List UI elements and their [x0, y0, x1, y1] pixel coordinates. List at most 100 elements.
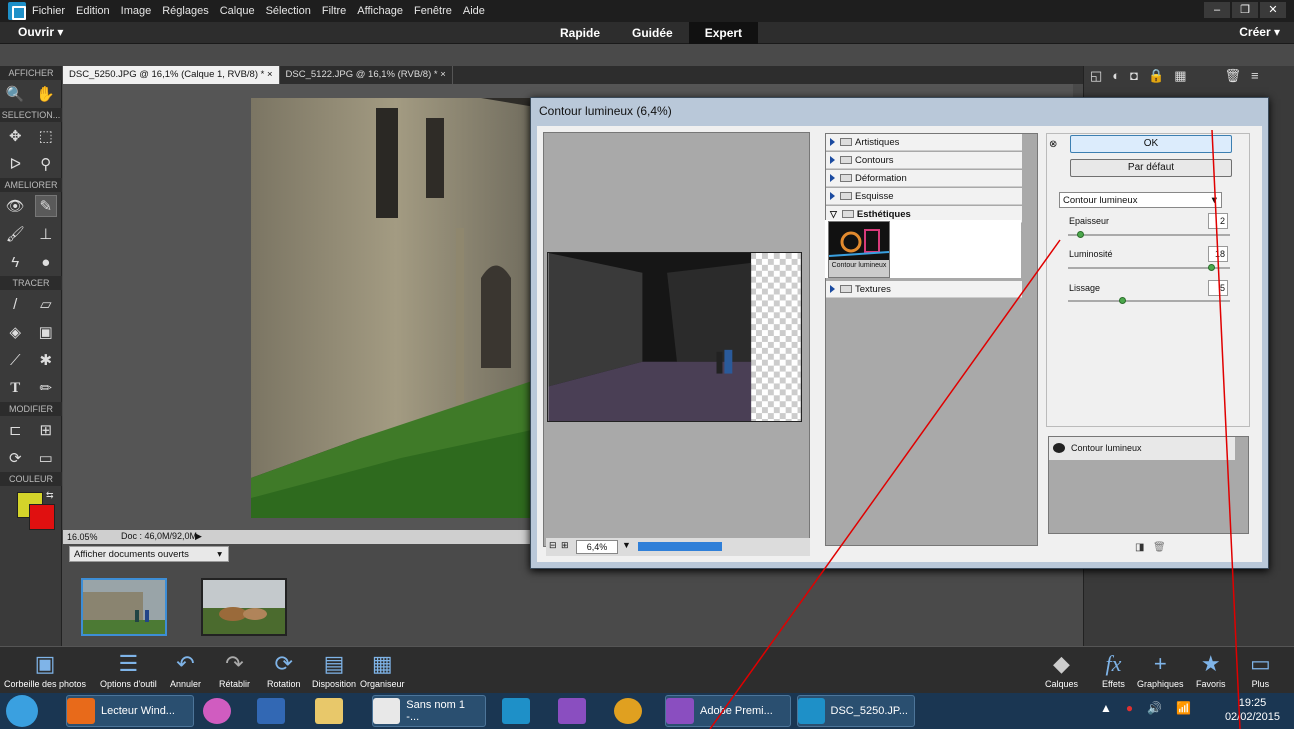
layers-button[interactable]: ◆ Calques [1045, 649, 1078, 689]
sponge-tool-icon[interactable]: ● [35, 251, 57, 273]
pencil-tool-icon[interactable]: ✏ [35, 377, 57, 399]
move-tool-icon[interactable]: ✥ [4, 125, 26, 147]
tab-expert[interactable]: Expert [688, 22, 759, 44]
shape-tool-icon[interactable]: ✱ [35, 349, 57, 371]
close-tab-icon[interactable]: × [267, 69, 273, 80]
category-deformation[interactable]: Déformation [826, 170, 1022, 187]
task-book-app[interactable] [257, 695, 291, 727]
rotate-button[interactable]: ⟳ Rotation [267, 649, 301, 689]
adjustment-icon[interactable]: ◐ [1112, 68, 1120, 84]
eraser-tool-icon[interactable]: ▱ [35, 293, 57, 315]
tab-guidee[interactable]: Guidée [616, 22, 689, 44]
preview-zoom-field[interactable]: 6,4% [576, 540, 618, 554]
trash-icon[interactable]: 🗑 [1225, 68, 1242, 84]
lock-icon[interactable]: 🔒 [1148, 68, 1164, 84]
menu-fenetre[interactable]: Fenêtre [414, 5, 452, 17]
magic-wand-icon[interactable]: ⚲ [35, 153, 57, 175]
menu-aide[interactable]: Aide [463, 5, 485, 17]
eyedropper-icon[interactable]: ⟋ [4, 349, 26, 371]
task-adobe-premiere[interactable]: Adobe Premi... [665, 695, 791, 727]
collapse-icon[interactable]: ⊗ [1049, 139, 1057, 150]
hand-tool-icon[interactable]: ✋ [35, 83, 57, 105]
task-picasa[interactable] [203, 695, 237, 727]
task-chrome[interactable] [614, 695, 648, 727]
lasso-tool-icon[interactable]: ᐅ [4, 153, 26, 175]
thumbnail-1[interactable] [81, 578, 167, 636]
network-icon[interactable]: 📶 [1176, 701, 1191, 715]
task-elements-organizer[interactable] [502, 695, 536, 727]
effects-button[interactable]: fx Effets [1102, 649, 1125, 689]
effect-layer-row[interactable]: Contour lumineux [1049, 437, 1235, 460]
straighten-tool-icon[interactable]: ▭ [35, 447, 57, 469]
red-eye-tool-icon[interactable]: 👁 [4, 195, 26, 217]
eye-icon[interactable] [1053, 443, 1065, 453]
close-tab-icon[interactable]: × [440, 69, 446, 80]
category-artistiques[interactable]: Artistiques [826, 134, 1022, 151]
recompose-tool-icon[interactable]: ⊞ [35, 419, 57, 441]
filter-preview-image[interactable] [547, 252, 802, 422]
open-button[interactable]: Ouvrir ▾ [18, 25, 63, 39]
category-esquisse[interactable]: Esquisse [826, 188, 1022, 205]
slider-knob[interactable] [1207, 264, 1215, 271]
swap-colors-icon[interactable]: ⇆ [46, 490, 54, 501]
clone-stamp-icon[interactable]: ⊥ [35, 223, 57, 245]
param-luminosite-slider[interactable] [1068, 264, 1230, 271]
thumbnail-2[interactable] [201, 578, 287, 636]
panel-menu-icon[interactable]: ≡ [1251, 68, 1259, 84]
gradient-tool-icon[interactable]: ▣ [35, 321, 57, 343]
close-button[interactable]: ✕ [1260, 2, 1286, 18]
start-button[interactable] [6, 695, 44, 727]
menu-image[interactable]: Image [121, 5, 152, 17]
task-explorer[interactable] [315, 695, 349, 727]
content-move-icon[interactable]: ⟳ [4, 447, 26, 469]
task-photoshop-elements[interactable]: DSC_5250.JP... [797, 695, 915, 727]
menu-selection[interactable]: Sélection [266, 5, 311, 17]
clock[interactable]: 19:25 02/02/2015 [1225, 696, 1280, 724]
zoom-tool-icon[interactable]: 🔍 [4, 83, 26, 105]
antivirus-icon[interactable]: ● [1126, 701, 1133, 715]
volume-icon[interactable]: 🔊 [1147, 701, 1162, 715]
tray-expand-icon[interactable]: ▲ [1100, 701, 1112, 715]
open-documents-select[interactable]: Afficher documents ouverts ▾ [69, 546, 229, 562]
blur-tool-icon[interactable]: ϟ [4, 251, 26, 273]
menu-fichier[interactable]: Fichier [32, 5, 65, 17]
redo-button[interactable]: ↷ Rétablir [219, 649, 250, 689]
layout-button[interactable]: ▤ Disposition [312, 649, 356, 689]
graphics-button[interactable]: + Graphiques [1137, 649, 1184, 689]
lock-pixels-icon[interactable]: ▦ [1174, 68, 1186, 84]
tab-rapide[interactable]: Rapide [544, 22, 616, 44]
favorites-button[interactable]: ★ Favoris [1196, 649, 1226, 689]
menu-edition[interactable]: Edition [76, 5, 110, 17]
param-epaisseur-slider[interactable] [1068, 231, 1230, 238]
paint-bucket-icon[interactable]: ◈ [4, 321, 26, 343]
menu-calque[interactable]: Calque [220, 5, 255, 17]
ok-button[interactable]: OK [1070, 135, 1232, 153]
healing-brush-icon[interactable]: ✎ [34, 195, 57, 217]
task-premiere-elements[interactable] [558, 695, 592, 727]
crop-tool-icon[interactable]: ⊏ [4, 419, 26, 441]
zoom-out-button[interactable]: ⊟ [549, 540, 557, 551]
document-image[interactable] [251, 98, 541, 518]
photo-bin-button[interactable]: ▣ Corbeille des photos [4, 649, 86, 689]
doc-tab-2[interactable]: DSC_5122.JPG @ 16,1% (RVB/8) * × [280, 66, 453, 84]
param-epaisseur-input[interactable]: 2 [1208, 213, 1228, 229]
doc-tab-1[interactable]: DSC_5250.JPG @ 16,1% (Calque 1, RVB/8) *… [63, 66, 280, 84]
background-color-swatch[interactable] [29, 504, 55, 530]
zoom-dropdown-icon[interactable]: ▼ [622, 540, 631, 550]
menu-filtre[interactable]: Filtre [322, 5, 346, 17]
delete-effect-layer-icon[interactable]: 🗑 [1153, 542, 1166, 553]
marquee-tool-icon[interactable]: ⬚ [35, 125, 57, 147]
zoom-in-button[interactable]: ⊞ [561, 540, 569, 551]
smart-brush-icon[interactable]: 🖌 [4, 223, 26, 245]
filter-select[interactable]: Contour lumineux ▼ [1059, 192, 1222, 208]
mask-icon[interactable]: ◘ [1130, 68, 1138, 84]
tool-options-button[interactable]: ☰ Options d'outil [100, 649, 157, 689]
minimize-button[interactable]: – [1204, 2, 1230, 18]
task-media-player[interactable]: Lecteur Wind... [66, 695, 194, 727]
new-layer-icon[interactable]: ◱ [1090, 68, 1102, 84]
param-luminosite-input[interactable]: 18 [1208, 246, 1228, 262]
menu-affichage[interactable]: Affichage [357, 5, 403, 17]
new-effect-layer-icon[interactable]: ◨ [1135, 542, 1144, 553]
text-tool-icon[interactable]: T [4, 377, 26, 399]
default-button[interactable]: Par défaut [1070, 159, 1232, 177]
